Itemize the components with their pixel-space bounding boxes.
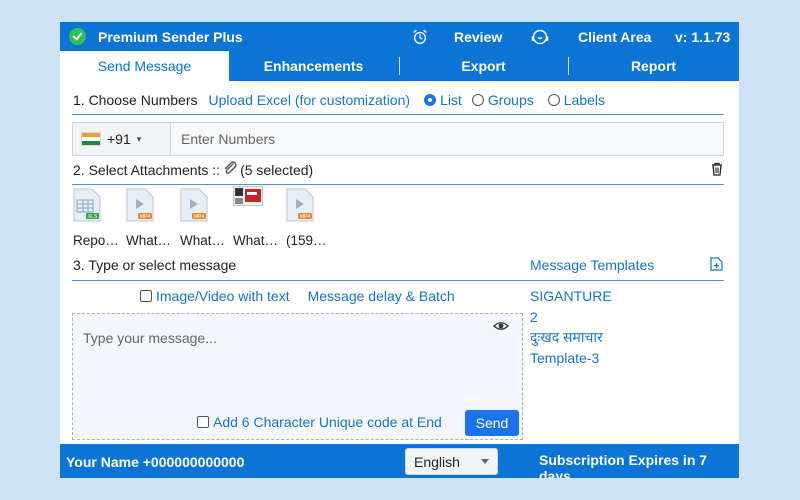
xls-file-icon: XLS: [73, 188, 101, 222]
attachment-label: (159…: [286, 233, 327, 248]
add-template-icon[interactable]: [710, 257, 724, 271]
user-info: Your Name +000000000000: [66, 454, 245, 470]
section-divider: [72, 114, 724, 115]
caret-down-icon: ▾: [136, 133, 142, 144]
message-composer: Add 6 Character Unique code at End Send: [72, 313, 523, 440]
tab-send-message[interactable]: Send Message: [60, 51, 229, 81]
template-item[interactable]: 2: [530, 307, 612, 328]
message-options-row: Image/Video with text Message delay & Ba…: [140, 288, 455, 304]
header-bar: Premium Sender Plus Review Client Area v…: [60, 22, 739, 51]
attachment-label: What…: [180, 233, 226, 248]
radio-labels-indicator[interactable]: [547, 94, 560, 106]
svg-text:XLS: XLS: [88, 214, 98, 220]
attachments-heading: 2. Select Attachments ::: [73, 161, 221, 178]
india-flag-icon: [81, 132, 101, 146]
mp4-file-icon: MP4: [180, 188, 208, 222]
radio-labels-label[interactable]: Labels: [564, 92, 605, 108]
radio-list[interactable]: List: [424, 92, 462, 108]
tab-enhancements[interactable]: Enhancements: [229, 51, 398, 81]
svg-text:MP4: MP4: [140, 214, 151, 220]
tab-report[interactable]: Report: [568, 51, 739, 81]
upload-excel-link[interactable]: Upload Excel (for customization): [209, 92, 411, 108]
unique-code-checkbox[interactable]: [197, 416, 209, 428]
attachment-label: Repo…: [73, 233, 119, 248]
message-delay-link[interactable]: Message delay & Batch: [308, 288, 455, 304]
image-thumbnail-icon: [232, 185, 264, 220]
subscription-expiry: Subscription Expires in 7 days: [539, 452, 708, 478]
mp4-file-icon: MP4: [126, 188, 154, 222]
mp4-file-icon: MP4: [286, 188, 314, 222]
image-video-label[interactable]: Image/Video with text: [156, 288, 290, 304]
paperclip-icon: [222, 160, 238, 179]
attachment-label: What…: [126, 233, 172, 248]
client-area-link[interactable]: Client Area: [578, 22, 651, 51]
footer-bar: Your Name +000000000000 English Subscrip…: [60, 444, 739, 478]
extension-panel: Premium Sender Plus Review Client Area v…: [60, 22, 739, 478]
attachments-count: (5 selected): [240, 161, 314, 178]
send-button[interactable]: Send: [465, 410, 519, 436]
section-divider: [72, 184, 724, 185]
radio-labels[interactable]: Labels: [547, 92, 605, 108]
svg-text:MP4: MP4: [194, 214, 205, 220]
message-heading: 3. Type or select message: [73, 257, 237, 273]
radio-list-indicator[interactable]: [424, 94, 437, 106]
numbers-input[interactable]: [181, 129, 701, 149]
svg-text:MP4: MP4: [300, 214, 311, 220]
support-headset-icon[interactable]: [530, 27, 550, 47]
verified-check-icon: [69, 28, 86, 45]
review-link[interactable]: Review: [454, 22, 502, 51]
eye-preview-icon[interactable]: [493, 318, 509, 334]
radio-groups[interactable]: Groups: [471, 92, 534, 108]
template-item[interactable]: SIGANTURE: [530, 286, 612, 307]
radio-groups-label[interactable]: Groups: [488, 92, 534, 108]
phone-input-group: +91 ▾: [72, 122, 724, 156]
section-divider: [72, 280, 724, 281]
choose-numbers-row: 1. Choose Numbers Upload Excel (for cust…: [73, 90, 605, 110]
app-title: Premium Sender Plus: [98, 28, 243, 45]
image-video-checkbox[interactable]: [140, 290, 152, 302]
attachment-label: What…: [233, 233, 279, 248]
tab-bar: Send Message Enhancements Export Report: [60, 51, 739, 81]
language-value: English: [414, 453, 460, 470]
message-templates-link[interactable]: Message Templates: [530, 257, 654, 273]
caret-down-icon: [481, 459, 489, 464]
trash-icon[interactable]: [710, 162, 724, 176]
version-label: v: 1.1.73: [675, 28, 731, 45]
template-list: SIGANTURE 2 दुःखद समाचार Template-3: [530, 286, 612, 368]
country-code: +91: [107, 131, 131, 147]
message-input[interactable]: [73, 314, 522, 409]
template-item[interactable]: Template-3: [530, 348, 612, 369]
radio-list-label[interactable]: List: [440, 92, 462, 108]
language-select[interactable]: English: [405, 448, 498, 475]
unique-code-label[interactable]: Add 6 Character Unique code at End: [213, 414, 442, 430]
tab-export[interactable]: Export: [399, 51, 568, 81]
brand: Premium Sender Plus: [69, 28, 243, 45]
country-code-select[interactable]: +91 ▾: [73, 123, 171, 155]
unique-code-row: Add 6 Character Unique code at End: [197, 414, 442, 430]
choose-numbers-heading: 1. Choose Numbers: [73, 92, 198, 108]
radio-groups-indicator[interactable]: [471, 94, 484, 106]
template-item[interactable]: दुःखद समाचार: [530, 327, 612, 348]
attachments-row: 2. Select Attachments :: (5 selected): [73, 160, 313, 179]
alarm-icon[interactable]: [410, 27, 430, 47]
